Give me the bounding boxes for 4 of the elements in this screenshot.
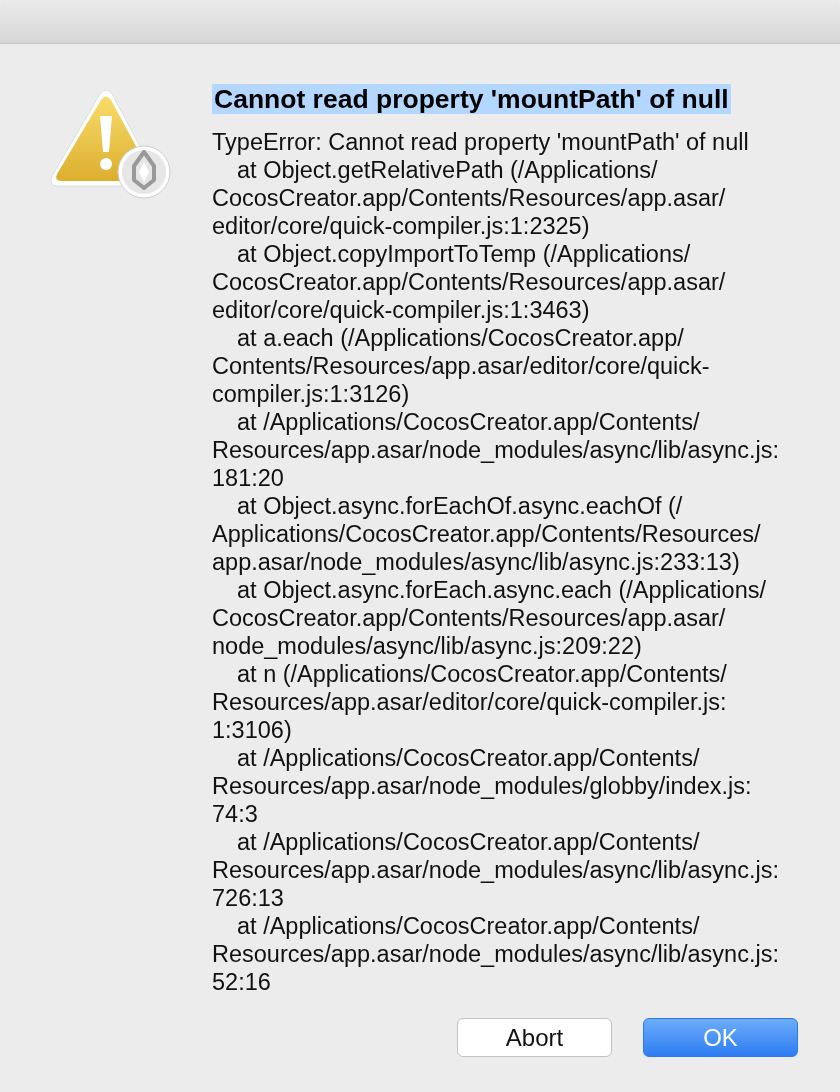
abort-button[interactable]: Abort [457, 1018, 612, 1057]
warning-icon [50, 88, 174, 200]
alert-title: Cannot read property 'mountPath' of null [212, 84, 731, 114]
error-message: TypeError: Cannot read property 'mountPath' of null at Object.getRelativePath (/Applications/ CocosCreator.app/Contents/Resources/app.asar/ editor/core/quick-compiler.js:1:2325) at Object.copyImportToTemp (/Applications/ CocosCreator.app/Contents/Resources/app.asar/ editor/core/quick-compiler.js:1:3463) at a.each (/Applications/CocosCreator.app/ Contents/Resources/app.asar/editor/core/quick- compiler.js:1:3126) at /Applications/CocosCreator.app/Contents/ Resources/app.asar/node_modules/async/lib/async.js: 181:20 at Object.async.forEachOf.async.eachOf (/ Applications/CocosCreator.app/Contents/Resources/ app.asar/node_modules/async/lib/async.js:233:13) at Object.async.forEach.async.each (/Applications/ CocosCreator.app/Contents/Resources/app.asar/ node_modules/async/lib/async.js:209:22) at n (/Applications/CocosCreator.app/Contents/ Resources/app.asar/editor/core/quick-compiler.js: 1:3106) at /Applications/CocosCreator.app/Contents/ Resources/app.asar/node_modules/globby/index.js: 74:3 at /Applications/CocosCreator.app/Contents/ Resources/app.asar/node_modules/async/lib/async.js: 726:13 at /Applications/CocosCreator.app/Contents/ Resources/app.asar/node_modules/async/lib/async.js: 52:16 [212, 128, 779, 996]
